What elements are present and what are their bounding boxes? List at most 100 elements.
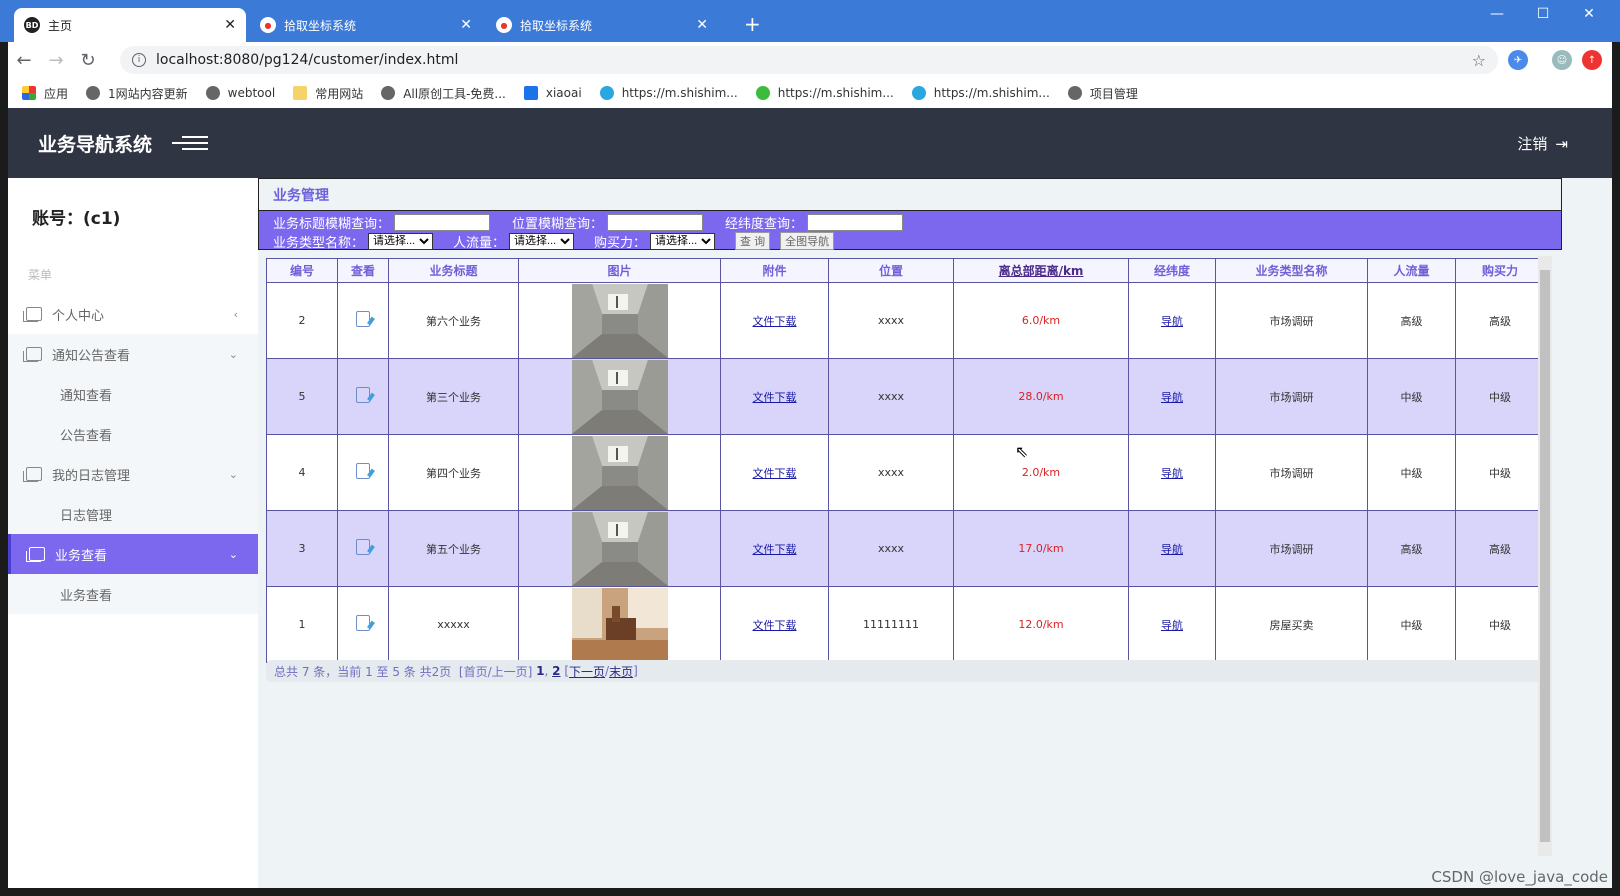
- latlng-search-input[interactable]: [807, 213, 904, 231]
- globe-icon: [1067, 86, 1082, 100]
- star-icon[interactable]: ☆: [1472, 51, 1486, 70]
- traffic-select[interactable]: 请选择...: [509, 232, 575, 250]
- forward-icon[interactable]: →: [40, 50, 72, 71]
- cell-id: 4: [266, 434, 338, 511]
- col-header-attachment: 附件: [720, 258, 829, 283]
- col-header-type[interactable]: 业务类型名称: [1215, 258, 1368, 283]
- pager-page-2[interactable]: 2: [552, 664, 560, 678]
- bookmark-item[interactable]: https://m.shishim...: [911, 86, 1050, 100]
- title-search-input[interactable]: [394, 213, 491, 231]
- bookmark-item[interactable]: https://m.shishim...: [755, 86, 894, 100]
- close-icon[interactable]: ✕: [696, 17, 708, 33]
- sidebar-item-logs[interactable]: 我的日志管理 ⌄: [8, 454, 258, 494]
- close-icon[interactable]: ✕: [224, 17, 236, 33]
- col-header-purchase[interactable]: 购买力: [1455, 258, 1545, 283]
- logout-button[interactable]: 注销 ⇥: [1517, 133, 1568, 154]
- col-header-distance[interactable]: 离总部距离/km: [953, 258, 1129, 283]
- pager-last-link[interactable]: 末页: [609, 663, 633, 680]
- type-select[interactable]: 请选择...: [368, 232, 434, 250]
- edit-icon[interactable]: [356, 387, 370, 403]
- sidebar-sub-business-view[interactable]: 业务查看: [8, 574, 258, 614]
- business-table: 编号 查看 业务标题 图片 附件 位置 离总部距离/km 经纬度 业务类型名称 …: [266, 258, 1545, 663]
- sidebar-item-notices[interactable]: 通知公告查看 ⌄: [8, 334, 258, 374]
- sidebar-sub-announcement-view[interactable]: 公告查看: [8, 414, 258, 454]
- page-scrollbar[interactable]: [1538, 256, 1552, 856]
- business-photo[interactable]: [571, 587, 668, 662]
- table-row: 2 第六个业务 文件下载 xxxx 6.0/km 导航 市场调研 高级 高级: [266, 282, 1545, 359]
- navigate-link[interactable]: 导航: [1161, 543, 1183, 556]
- file-download-link[interactable]: 文件下载: [753, 619, 797, 632]
- edit-icon[interactable]: [356, 311, 370, 327]
- tab-home[interactable]: BD 主页 ✕: [14, 8, 246, 42]
- os-taskbar: [0, 888, 1620, 896]
- app-header: 业务导航系统 注销 ⇥: [8, 108, 1612, 178]
- scrollbar-thumb[interactable]: [1540, 270, 1550, 842]
- bookmark-item[interactable]: 项目管理: [1067, 85, 1138, 102]
- bookmark-folder[interactable]: 常用网站: [293, 85, 363, 102]
- minimize-button[interactable]: —: [1482, 6, 1512, 22]
- file-download-link[interactable]: 文件下载: [753, 315, 797, 328]
- table-header-row: 编号 查看 业务标题 图片 附件 位置 离总部距离/km 经纬度 业务类型名称 …: [266, 258, 1545, 283]
- col-header-id[interactable]: 编号: [266, 258, 338, 283]
- maximize-button[interactable]: ☐: [1528, 6, 1558, 22]
- tab-coordinate-picker-2[interactable]: ● 拾取坐标系统 ✕: [486, 8, 718, 42]
- sidebar-sub-notice-view[interactable]: 通知查看: [8, 374, 258, 414]
- file-download-link[interactable]: 文件下载: [753, 543, 797, 556]
- col-header-title[interactable]: 业务标题: [388, 258, 519, 283]
- bookmark-apps[interactable]: 应用: [22, 85, 68, 102]
- pager-summary: 总共 7 条，当前 1 至 5 条 共2页: [274, 664, 452, 679]
- business-photo[interactable]: [571, 435, 668, 510]
- tab-coordinate-picker-1[interactable]: ● 拾取坐标系统 ✕: [250, 8, 482, 42]
- panel-title: 业务管理: [258, 178, 1562, 210]
- info-icon[interactable]: i: [132, 53, 146, 67]
- sidebar-item-business[interactable]: 业务查看 ⌄: [8, 534, 258, 574]
- navigate-link[interactable]: 导航: [1161, 467, 1183, 480]
- edit-icon[interactable]: [356, 463, 370, 479]
- bookmark-item[interactable]: All原创工具-免费...: [381, 85, 506, 102]
- bookmark-item[interactable]: 1网站内容更新: [86, 85, 188, 102]
- new-tab-button[interactable]: +: [744, 12, 761, 36]
- business-photo[interactable]: [571, 359, 668, 434]
- back-icon[interactable]: ←: [8, 50, 40, 71]
- window-close-button[interactable]: ✕: [1574, 6, 1604, 22]
- location-search-input[interactable]: [607, 213, 704, 231]
- file-download-link[interactable]: 文件下载: [753, 467, 797, 480]
- cell-image: [518, 358, 721, 435]
- close-icon[interactable]: ✕: [460, 17, 472, 33]
- file-download-link[interactable]: 文件下载: [753, 391, 797, 404]
- edit-icon[interactable]: [356, 615, 370, 631]
- bookmark-item[interactable]: webtool: [205, 86, 275, 100]
- baidu-icon: BD: [24, 17, 40, 33]
- col-header-image: 图片: [518, 258, 721, 283]
- menu-toggle-icon[interactable]: [172, 136, 209, 150]
- business-photo[interactable]: [571, 283, 668, 358]
- sort-distance-link[interactable]: 离总部距离/km: [999, 264, 1084, 278]
- purchase-select[interactable]: 请选择...: [650, 232, 716, 250]
- sidebar-sub-log-manage[interactable]: 日志管理: [8, 494, 258, 534]
- bookmark-item[interactable]: xiaoai: [523, 86, 582, 100]
- reload-icon[interactable]: ↻: [72, 50, 104, 71]
- col-header-location[interactable]: 位置: [828, 258, 954, 283]
- latlng-search-label: 经纬度查询：: [725, 216, 804, 232]
- navigate-link[interactable]: 导航: [1161, 619, 1183, 632]
- query-button[interactable]: 查 询: [735, 232, 771, 250]
- cell-attachment: 文件下载: [720, 358, 829, 435]
- sidebar-item-label: 通知公告查看: [52, 348, 131, 364]
- bookmark-item[interactable]: https://m.shishim...: [599, 86, 738, 100]
- sidebar-item-personal-center[interactable]: 个人中心 ‹: [8, 294, 258, 334]
- cell-attachment: 文件下载: [720, 282, 829, 359]
- business-photo[interactable]: [571, 511, 668, 586]
- extension-icon[interactable]: ✈: [1508, 50, 1528, 70]
- pager-next-link[interactable]: 下一页: [569, 663, 605, 680]
- navigate-link[interactable]: 导航: [1161, 315, 1183, 328]
- avatar[interactable]: ☺: [1552, 50, 1572, 70]
- address-bar[interactable]: i localhost:8080/pg124/customer/index.ht…: [120, 46, 1498, 74]
- navigate-link[interactable]: 导航: [1161, 391, 1183, 404]
- account-label: 账号：(c1): [32, 208, 121, 229]
- col-header-traffic[interactable]: 人流量: [1367, 258, 1456, 283]
- col-header-latlng: 经纬度: [1128, 258, 1216, 283]
- update-icon[interactable]: ↑: [1582, 50, 1602, 70]
- edit-icon[interactable]: [356, 539, 370, 555]
- full-map-nav-button[interactable]: 全图导航: [780, 232, 835, 250]
- tab-title: 主页: [48, 18, 73, 33]
